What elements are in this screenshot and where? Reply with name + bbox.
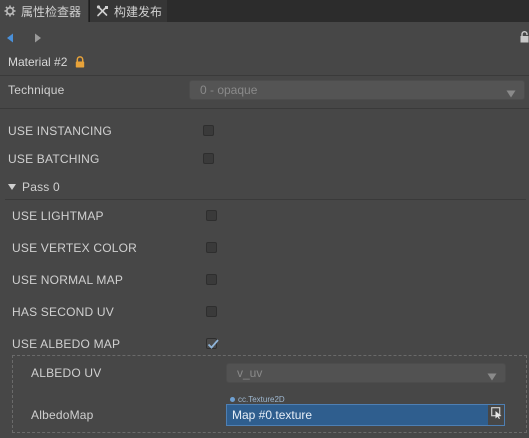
use-instancing-checkbox[interactable] bbox=[203, 125, 214, 136]
cursor-select-icon bbox=[490, 406, 502, 424]
technique-label: Technique bbox=[8, 83, 65, 97]
tab-inspector[interactable]: 属性检查器 bbox=[0, 0, 88, 22]
chevron-down-icon bbox=[506, 87, 516, 101]
has-second-uv-checkbox[interactable] bbox=[206, 306, 217, 317]
has-second-uv-label: HAS SECOND UV bbox=[12, 305, 114, 319]
use-albedo-map-label: USE ALBEDO MAP bbox=[12, 337, 121, 351]
asset-type-badge: cc.Texture2D bbox=[230, 395, 285, 404]
technique-select[interactable]: 0 - opaque bbox=[189, 80, 525, 100]
use-instancing-label: USE INSTANCING bbox=[8, 124, 112, 138]
technique-value: 0 - opaque bbox=[200, 83, 258, 97]
use-normal-map-label: USE NORMAL MAP bbox=[12, 273, 124, 287]
tab-bar: 属性检查器 构建发布 bbox=[0, 0, 529, 22]
pass-0-label: Pass 0 bbox=[22, 180, 60, 194]
use-albedo-map-checkbox[interactable] bbox=[206, 338, 219, 349]
pass-0-foldout[interactable]: Pass 0 bbox=[8, 179, 60, 195]
divider bbox=[5, 199, 526, 200]
tab-build-label: 构建发布 bbox=[114, 4, 163, 19]
material-title: Material #2 bbox=[8, 55, 68, 69]
use-normal-map-checkbox[interactable] bbox=[206, 274, 217, 285]
tab-inspector-label: 属性检查器 bbox=[21, 4, 82, 19]
forward-arrow-icon[interactable] bbox=[34, 30, 42, 48]
asset-type-dot-icon bbox=[230, 397, 235, 402]
albedo-uv-select[interactable]: v_uv bbox=[226, 363, 506, 383]
albedo-map-label: AlbedoMap bbox=[31, 408, 94, 422]
chevron-down-icon bbox=[487, 370, 497, 384]
use-batching-label: USE BATCHING bbox=[8, 152, 100, 166]
caret-down-icon bbox=[8, 184, 16, 190]
checkmark-icon bbox=[207, 337, 219, 355]
use-lightmap-label: USE LIGHTMAP bbox=[12, 209, 104, 223]
albedo-uv-value: v_uv bbox=[237, 366, 263, 380]
divider bbox=[0, 75, 529, 76]
use-batching-checkbox[interactable] bbox=[203, 153, 214, 164]
divider bbox=[0, 108, 529, 109]
use-vertex-color-checkbox[interactable] bbox=[206, 242, 217, 253]
material-header: Material #2 bbox=[0, 50, 85, 74]
gear-icon bbox=[4, 5, 16, 17]
use-lightmap-checkbox[interactable] bbox=[206, 210, 217, 221]
asset-type-label: cc.Texture2D bbox=[238, 395, 285, 404]
panel-lock-icon[interactable] bbox=[520, 30, 529, 48]
albedo-map-asset-field[interactable]: Map #0.texture bbox=[226, 404, 505, 426]
use-vertex-color-label: USE VERTEX COLOR bbox=[12, 241, 138, 255]
tools-icon bbox=[96, 5, 109, 17]
nav-row bbox=[0, 24, 529, 48]
albedo-map-value: Map #0.texture bbox=[232, 408, 313, 422]
albedo-uv-label: ALBEDO UV bbox=[31, 366, 102, 380]
asset-picker-button[interactable] bbox=[488, 405, 504, 425]
lock-icon bbox=[75, 56, 85, 68]
back-arrow-icon[interactable] bbox=[6, 30, 14, 48]
tab-build[interactable]: 构建发布 bbox=[89, 0, 167, 22]
